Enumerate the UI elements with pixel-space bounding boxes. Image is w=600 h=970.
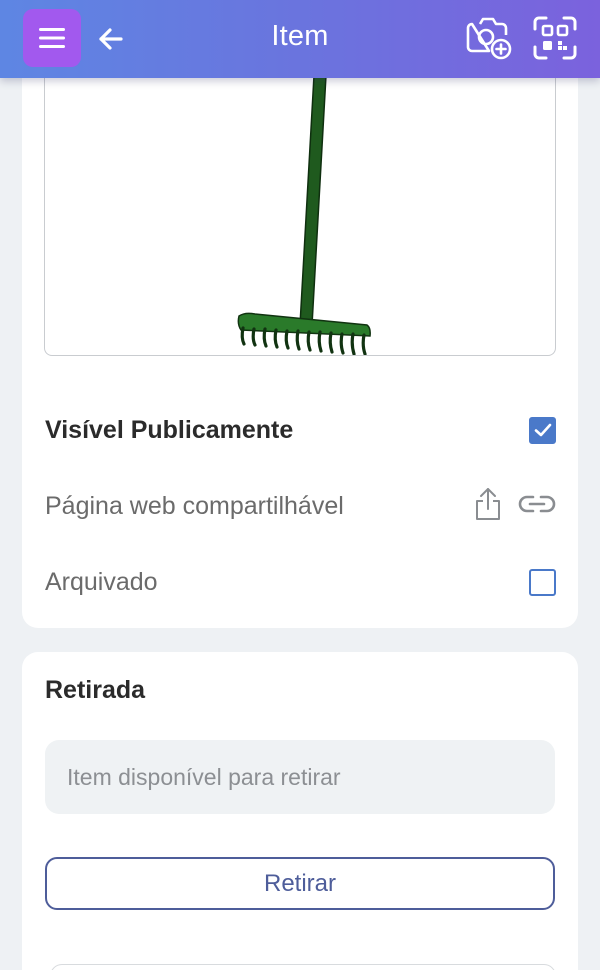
app-header: Item: [0, 0, 600, 78]
archived-label: Arquivado: [45, 567, 158, 596]
camera-add-icon: [466, 17, 512, 60]
shareable-page-row: Página web compartilhável: [45, 486, 556, 526]
scan-button[interactable]: [532, 15, 578, 61]
shareable-page-label: Página web compartilhável: [45, 491, 344, 520]
item-details-card: Visível Publicamente Página web comparti…: [22, 40, 578, 628]
checkout-card: Retirada Item disponível para retirar Re…: [22, 652, 578, 970]
item-image[interactable]: [44, 40, 556, 356]
next-field[interactable]: [50, 964, 556, 970]
add-photo-button[interactable]: [465, 15, 513, 61]
public-visibility-row: Visível Publicamente: [45, 410, 556, 450]
checkout-status-field: Item disponível para retirar: [45, 740, 555, 814]
rake-image: [237, 40, 371, 355]
link-icon[interactable]: [518, 493, 556, 520]
archived-row: Arquivado: [45, 562, 556, 602]
qr-scan-icon: [533, 16, 577, 60]
public-visibility-checkbox[interactable]: [529, 416, 556, 444]
checkout-title: Retirada: [45, 676, 146, 704]
checkout-button[interactable]: Retirar: [45, 857, 555, 910]
check-icon: [534, 423, 551, 437]
public-visibility-label: Visível Publicamente: [45, 415, 294, 444]
share-upload-icon[interactable]: [474, 487, 502, 526]
archived-checkbox[interactable]: [529, 568, 556, 596]
